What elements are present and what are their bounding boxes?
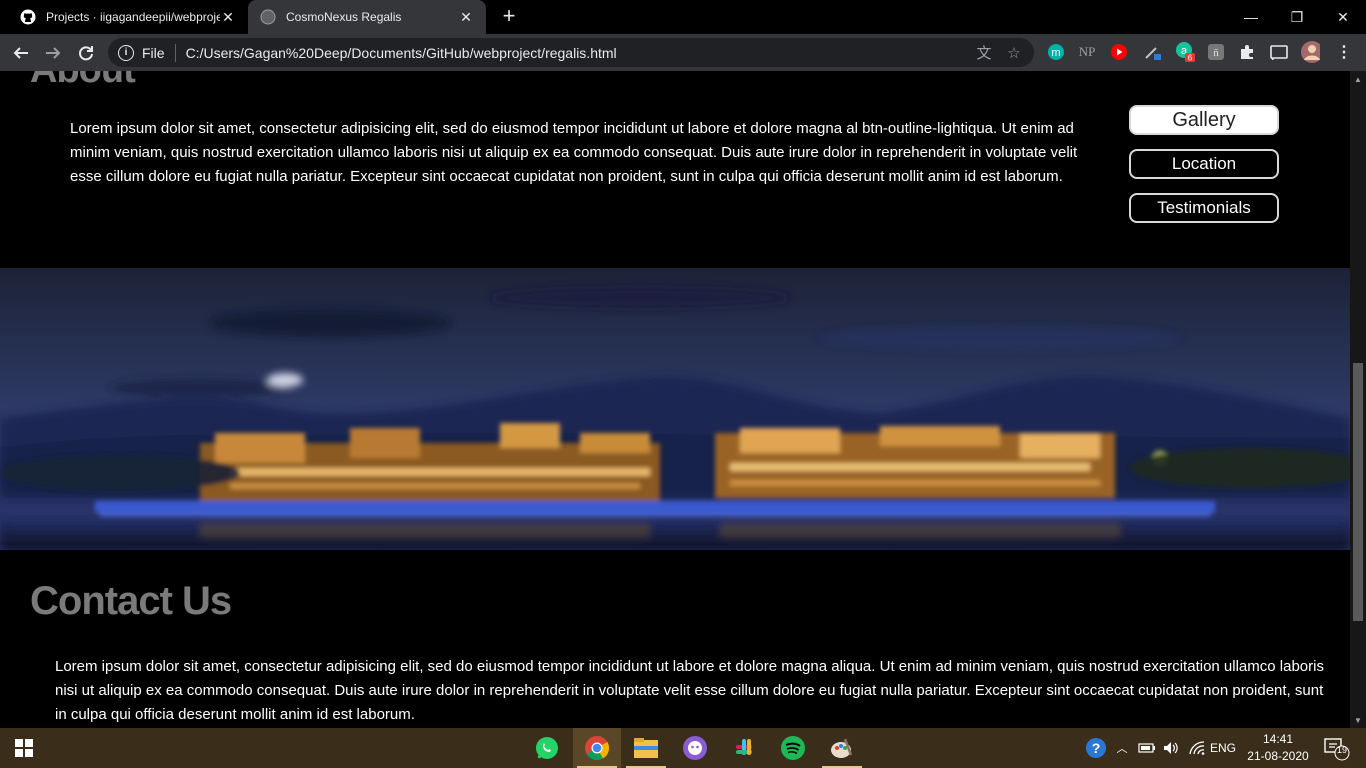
clock-date: 21-08-2020 xyxy=(1247,749,1309,763)
language-indicator[interactable]: ENG xyxy=(1208,728,1238,768)
paint-icon[interactable] xyxy=(818,728,866,768)
tab-projects[interactable]: Projects · iigagandeepii/webproje ✕ xyxy=(8,0,248,34)
chrome-icon[interactable] xyxy=(573,728,621,768)
spotify-icon[interactable] xyxy=(769,728,817,768)
restore-icon[interactable]: ❐ xyxy=(1274,0,1320,34)
back-arrow-icon[interactable] xyxy=(8,40,34,66)
battery-icon[interactable] xyxy=(1136,728,1158,768)
close-window-icon[interactable]: ✕ xyxy=(1320,0,1366,34)
github-icon xyxy=(20,9,36,25)
divider xyxy=(174,43,176,62)
clock[interactable]: 14:41 21-08-2020 xyxy=(1238,731,1318,765)
tab-cosmonexus[interactable]: CosmoNexus Regalis ✕ xyxy=(248,0,486,34)
file-explorer-icon[interactable] xyxy=(622,728,670,768)
slack-icon[interactable] xyxy=(720,728,768,768)
new-tab-button[interactable]: + xyxy=(498,5,520,28)
kebab-menu-icon[interactable]: ⋮ xyxy=(1334,42,1354,62)
about-heading: About xyxy=(30,71,136,92)
about-paragraph: Lorem ipsum dolor sit amet, consectetur … xyxy=(70,120,1078,185)
location-button[interactable]: Location xyxy=(1129,149,1279,179)
translate-icon[interactable]: 文 xyxy=(974,43,994,63)
tab-title: Projects · iigagandeepii/webproje xyxy=(46,10,220,24)
page-viewport: About Lorem ipsum dolor sit amet, consec… xyxy=(0,71,1350,728)
svg-text:?: ? xyxy=(1092,740,1101,756)
info-icon[interactable]: i xyxy=(118,44,134,61)
reload-icon[interactable] xyxy=(73,40,99,66)
browser-toolbar: i File C:/Users/Gagan%20Deep/Documents/G… xyxy=(0,34,1366,71)
security-label: File xyxy=(142,44,165,61)
close-tab-icon[interactable]: ✕ xyxy=(220,9,236,25)
puzzle-extensions-icon[interactable] xyxy=(1237,42,1257,62)
np-extension-icon[interactable]: NP xyxy=(1077,42,1097,62)
help-icon[interactable]: ? xyxy=(1084,728,1108,768)
reader-extension-icon[interactable]: ñ xyxy=(1206,42,1226,62)
minimize-icon[interactable]: — xyxy=(1228,0,1274,34)
grammarly-extension-icon[interactable]: a6 xyxy=(1175,42,1195,63)
svg-text:m: m xyxy=(1051,47,1060,59)
cast-icon[interactable] xyxy=(1269,42,1289,62)
clock-time: 14:41 xyxy=(1262,732,1294,746)
page-scrollbar[interactable]: ▲ ▼ xyxy=(1350,71,1366,728)
notification-center-icon[interactable]: 19 xyxy=(1320,728,1354,768)
svg-text:6: 6 xyxy=(1188,54,1193,63)
globe-icon xyxy=(260,9,276,25)
address-bar[interactable]: i File C:/Users/Gagan%20Deep/Documents/G… xyxy=(108,38,1034,67)
close-tab-icon[interactable]: ✕ xyxy=(458,9,474,25)
bookmark-star-icon[interactable]: ☆ xyxy=(1004,43,1024,63)
youtube-extension-icon[interactable] xyxy=(1109,42,1129,62)
svg-text:ñ: ñ xyxy=(1213,47,1219,59)
forward-arrow-icon[interactable] xyxy=(40,40,66,66)
gallery-button[interactable]: Gallery xyxy=(1129,105,1279,135)
notification-count: 19 xyxy=(1336,745,1347,755)
avatar[interactable] xyxy=(1300,41,1320,63)
section-nav: Gallery Location Testimonials xyxy=(1129,105,1279,237)
palace-banner-image xyxy=(0,268,1350,550)
github-desktop-icon[interactable] xyxy=(671,728,719,768)
whatsapp-icon[interactable] xyxy=(523,728,571,768)
pen-extension-icon[interactable] xyxy=(1143,42,1163,62)
url-text[interactable]: C:/Users/Gagan%20Deep/Documents/GitHub/w… xyxy=(186,45,974,61)
wifi-icon[interactable] xyxy=(1186,728,1208,768)
scroll-up-arrow-icon[interactable]: ▲ xyxy=(1350,71,1366,87)
contact-heading: Contact Us xyxy=(30,579,232,623)
m-extension-icon[interactable]: m xyxy=(1046,42,1066,62)
contact-paragraph: Lorem ipsum dolor sit amet, consectetur … xyxy=(55,658,1324,723)
windows-start-icon[interactable] xyxy=(0,728,48,768)
browser-tab-strip: Projects · iigagandeepii/webproje ✕ Cosm… xyxy=(0,0,1366,34)
windows-taskbar: ? ︿ ENG 14:41 21-08-2020 19 xyxy=(0,728,1366,768)
scroll-thumb[interactable] xyxy=(1353,363,1363,621)
show-hidden-icons-chevron-up-icon[interactable]: ︿ xyxy=(1112,728,1132,768)
testimonials-button[interactable]: Testimonials xyxy=(1129,193,1279,223)
scroll-down-arrow-icon[interactable]: ▼ xyxy=(1350,712,1366,728)
tab-title: CosmoNexus Regalis xyxy=(286,10,402,24)
volume-icon[interactable] xyxy=(1160,728,1182,768)
